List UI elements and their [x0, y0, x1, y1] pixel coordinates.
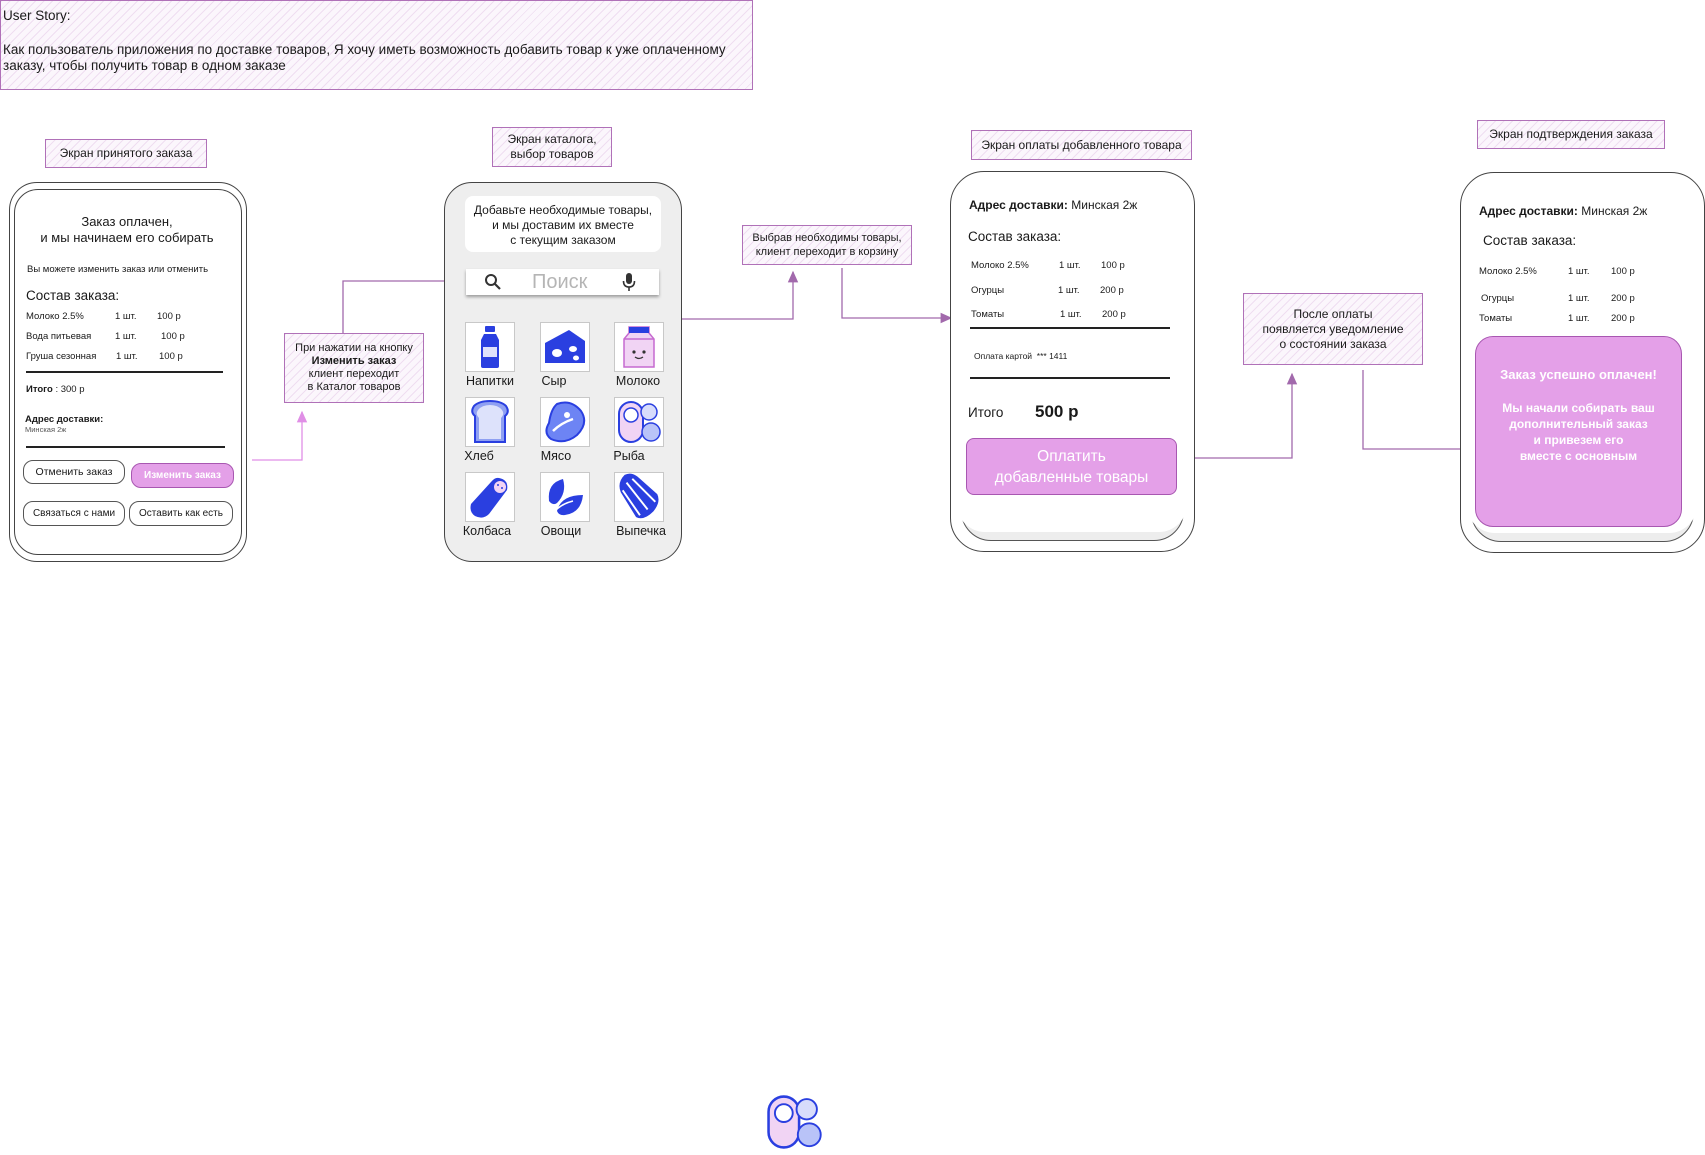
search-icon — [485, 274, 501, 290]
pay-added-items-button[interactable]: Оплатить добавленные товары — [966, 438, 1177, 495]
item-qty: 1 шт. — [115, 311, 137, 322]
accepted-total: Итого : 300 р — [26, 384, 85, 395]
bread-icon — [471, 400, 509, 443]
category-milk-tile[interactable] — [614, 322, 664, 372]
item-qty: 1 шт. — [115, 331, 137, 342]
croissant-icon — [619, 473, 659, 519]
list-item: Огурцы — [971, 285, 1005, 296]
payment-composition-title: Состав заказа: — [968, 229, 1062, 244]
accepted-subtitle: Вы можете изменить заказ или отменить — [27, 264, 209, 275]
item-price: 100 р — [1611, 266, 1635, 277]
search-bar[interactable]: Поиск — [466, 269, 659, 295]
accepted-address-value: Минская 2ж — [25, 425, 67, 434]
category-cheese-tile[interactable] — [540, 322, 590, 372]
divider — [26, 446, 225, 448]
payment-method: Оплата картой *** 1411 — [974, 351, 1068, 361]
keep-as-is-button[interactable]: Оставить как есть — [129, 501, 233, 526]
bottle-icon — [481, 326, 499, 368]
category-milk-label: Молоко — [615, 374, 661, 388]
item-price: 200 р — [1611, 313, 1635, 324]
list-item: Молоко 2.5% — [971, 260, 1029, 271]
connector-note-to-confirm — [1362, 370, 1476, 455]
category-bakery-label: Выпечка — [616, 524, 666, 538]
catalog-banner: Добавьте необходимые товары, и мы достав… — [465, 196, 661, 252]
milk-carton-icon — [623, 326, 655, 368]
category-meat-label: Мясо — [540, 449, 572, 463]
item-price: 100 р — [157, 311, 181, 322]
leaves-icon — [548, 479, 583, 518]
seafood-icon — [767, 1095, 822, 1149]
category-meat-tile[interactable] — [540, 397, 590, 447]
confirm-address: Адрес доставки: Минская 2ж — [1479, 204, 1648, 218]
item-qty: 1 шт. — [116, 351, 138, 362]
divider — [970, 327, 1170, 329]
note-after-payment: После оплаты появляется уведомление о со… — [1243, 293, 1423, 365]
search-input[interactable]: Поиск — [532, 269, 587, 295]
category-fish-label: Рыба — [613, 449, 645, 463]
item-price: 200 р — [1102, 309, 1126, 320]
seafood-icon — [618, 401, 661, 443]
category-bread-tile[interactable] — [465, 397, 515, 447]
item-qty: 1 шт. — [1568, 266, 1590, 277]
list-item: Молоко 2.5% — [1479, 266, 1537, 277]
connector-change-to-note — [252, 410, 308, 461]
category-fish-tile[interactable] — [614, 397, 664, 447]
list-item: Томаты — [1479, 313, 1513, 324]
note-change-bold: Изменить заказ — [311, 355, 397, 367]
payment-address: Адрес доставки: Минская 2ж — [969, 198, 1138, 212]
category-cheese-label: Сыр — [541, 374, 567, 388]
flow-connectors — [252, 268, 1476, 461]
note-change-post: клиент переходит в Каталог товаров — [307, 368, 401, 393]
category-drinks-tile[interactable] — [465, 322, 515, 372]
list-item: Томаты — [971, 309, 1005, 320]
category-bakery-tile[interactable] — [614, 472, 664, 522]
cheese-icon — [545, 330, 585, 363]
connector-catalog-to-cart-note — [681, 270, 799, 320]
category-vegetables-label: Овощи — [540, 524, 582, 538]
accepted-address-label: Адрес доставки: — [25, 414, 104, 425]
payment-total-label: Итого — [968, 405, 1004, 420]
microphone-icon[interactable] — [622, 272, 636, 292]
success-notification: Заказ успешно оплачен! Мы начали собират… — [1475, 336, 1682, 527]
change-order-button[interactable]: Изменить заказ — [131, 463, 234, 488]
payment-total-value: 500 р — [1035, 402, 1079, 421]
item-qty: 1 шт. — [1058, 285, 1080, 296]
item-price: 200 р — [1100, 285, 1124, 296]
item-price: 200 р — [1611, 293, 1635, 304]
item-price: 100 р — [159, 351, 183, 362]
success-title: Заказ успешно оплачен! — [1500, 367, 1657, 382]
contact-us-button[interactable]: Связаться с нами — [23, 501, 125, 526]
seafood-icon-standalone — [766, 1094, 822, 1155]
confirm-composition-title: Состав заказа: — [1483, 233, 1577, 248]
success-text: Мы начали собирать ваш дополнительный за… — [1502, 401, 1655, 463]
list-item: Огурцы — [1481, 293, 1515, 304]
divider — [970, 377, 1170, 379]
list-item: Вода питьевая — [26, 331, 92, 342]
list-item: Молоко 2.5% — [26, 311, 84, 322]
cancel-order-button[interactable]: Отменить заказ — [23, 460, 125, 484]
category-sausage-label: Колбаса — [462, 524, 512, 538]
sausage-icon — [470, 477, 508, 518]
category-vegetables-tile[interactable] — [540, 472, 590, 522]
note-change-pre: При нажатии на кнопку — [295, 342, 413, 354]
category-sausage-tile[interactable] — [465, 472, 515, 522]
item-price: 100 р — [161, 331, 185, 342]
connector-pay-to-note — [1178, 372, 1298, 459]
item-qty: 1 шт. — [1568, 313, 1590, 324]
category-bread-label: Хлеб — [464, 449, 494, 463]
accepted-composition-title: Состав заказа: — [26, 288, 120, 303]
accepted-title: Заказ оплачен, и мы начинаем его собират… — [40, 214, 214, 245]
divider — [26, 371, 223, 373]
connector-cart-note-to-payment — [841, 268, 953, 324]
note-cart: Выбрав необходимы товары, клиент переход… — [742, 225, 912, 265]
item-qty: 1 шт. — [1059, 260, 1081, 271]
item-qty: 1 шт. — [1060, 309, 1082, 320]
list-item: Груша сезонная — [26, 351, 97, 362]
item-qty: 1 шт. — [1568, 293, 1590, 304]
steak-icon — [545, 401, 586, 443]
category-drinks-label: Напитки — [466, 374, 514, 388]
item-price: 100 р — [1101, 260, 1125, 271]
note-change-order: При нажатии на кнопку Изменить заказ кли… — [284, 333, 424, 403]
